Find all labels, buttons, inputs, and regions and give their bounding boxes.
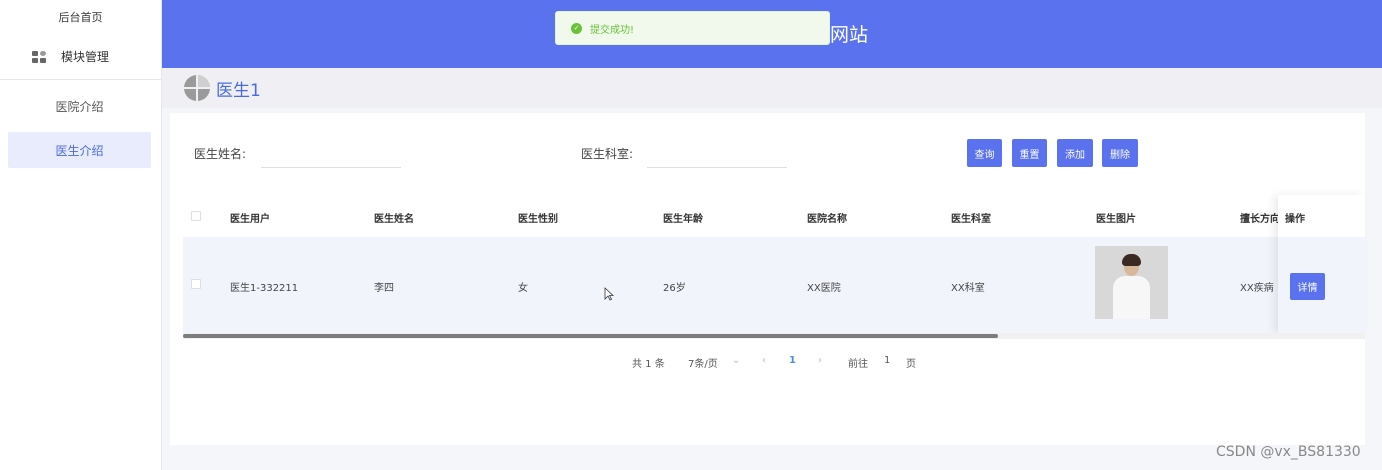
col-doctor-gender: 医生性别 (518, 214, 558, 225)
col-doctor-photo: 医生图片 (1096, 214, 1136, 225)
check-circle-icon: ✓ (571, 22, 582, 34)
sidebar-item-hospital-intro[interactable]: 医院介绍 (8, 88, 151, 124)
page-title: 医生1 (216, 80, 261, 101)
reset-button[interactable]: 重置 (1012, 139, 1047, 167)
content-panel: 医生姓名: 医生科室: 查询 重置 添加 删除 医生用户 医生姓名 医生性别 医… (170, 113, 1365, 445)
toast-message: 提交成功! (590, 24, 635, 36)
sidebar-module-management[interactable]: 模块管理 (0, 34, 161, 80)
page-logo-icon (184, 75, 210, 101)
goto-suffix: 页 (906, 359, 916, 370)
col-doctor-age: 医生年龄 (663, 214, 703, 225)
col-doctor-user: 医生用户 (230, 214, 270, 225)
next-page-icon[interactable]: › (818, 355, 822, 366)
cell-specialty: XX疾病 (1240, 283, 1274, 294)
doctor-name-input[interactable] (261, 140, 401, 168)
pagination-total: 共 1 条 (632, 359, 665, 370)
col-hospital-name: 医院名称 (807, 214, 847, 225)
cell-doctor-user: 医生1-332211 (230, 283, 299, 294)
sidebar: 后台首页 模块管理 医院介绍 医生介绍 (0, 0, 162, 470)
col-action: 操作 (1285, 214, 1305, 225)
action-column: 操作 详情 (1278, 195, 1365, 333)
site-title: 网站 (830, 24, 869, 46)
watermark: CSDN @vx_BS81330 (1216, 444, 1361, 460)
page-number-current[interactable]: 1 (789, 355, 796, 366)
page-title-band: 医生1 (162, 68, 1382, 108)
mouse-cursor-icon (604, 287, 614, 301)
horizontal-scrollbar[interactable] (183, 333, 1365, 339)
doctor-name-label: 医生姓名: (194, 147, 247, 161)
sidebar-module-label: 模块管理 (61, 50, 110, 64)
goto-page-input[interactable]: 1 (884, 355, 890, 366)
sidebar-item-doctor-intro[interactable]: 医生介绍 (8, 132, 151, 168)
col-specialty: 擅长方向 (1240, 214, 1280, 225)
prev-page-icon[interactable]: ‹ (762, 355, 766, 366)
search-form: 医生姓名: 医生科室: 查询 重置 添加 删除 (170, 113, 1365, 183)
detail-button[interactable]: 详情 (1290, 273, 1325, 300)
page-size-select[interactable]: 7条/页 (688, 355, 718, 370)
doctor-photo (1095, 246, 1168, 319)
table-header: 医生用户 医生姓名 医生性别 医生年龄 医院名称 医生科室 医生图片 擅长方向 (183, 195, 1365, 237)
query-button[interactable]: 查询 (967, 139, 1002, 167)
success-toast: ✓ 提交成功! (555, 11, 830, 45)
cell-doctor-age: 26岁 (663, 283, 686, 294)
cell-doctor-gender: 女 (518, 283, 528, 294)
add-button[interactable]: 添加 (1057, 139, 1093, 167)
chevron-down-icon[interactable]: ⌄ (732, 355, 740, 366)
sidebar-home-link[interactable]: 后台首页 (0, 0, 161, 34)
cell-hospital-name: XX医院 (807, 283, 841, 294)
cell-doctor-dept: XX科室 (951, 283, 985, 294)
doctor-dept-label: 医生科室: (581, 147, 634, 161)
scrollbar-thumb[interactable] (183, 334, 998, 338)
doctor-dept-input[interactable] (647, 140, 787, 168)
goto-prefix: 前往 (848, 359, 868, 370)
cell-doctor-name: 李四 (374, 283, 394, 294)
pagination: 共 1 条 7条/页 ⌄ ‹ 1 › 前往 1 页 (170, 353, 1365, 373)
delete-button[interactable]: 删除 (1102, 139, 1138, 167)
table-row[interactable]: 医生1-332211 李四 女 26岁 XX医院 XX科室 XX疾病 (183, 237, 1365, 333)
select-all-checkbox[interactable] (191, 211, 201, 221)
col-doctor-dept: 医生科室 (951, 214, 991, 225)
row-checkbox[interactable] (191, 279, 201, 289)
module-grid-icon (32, 50, 46, 63)
col-doctor-name: 医生姓名 (374, 214, 414, 225)
